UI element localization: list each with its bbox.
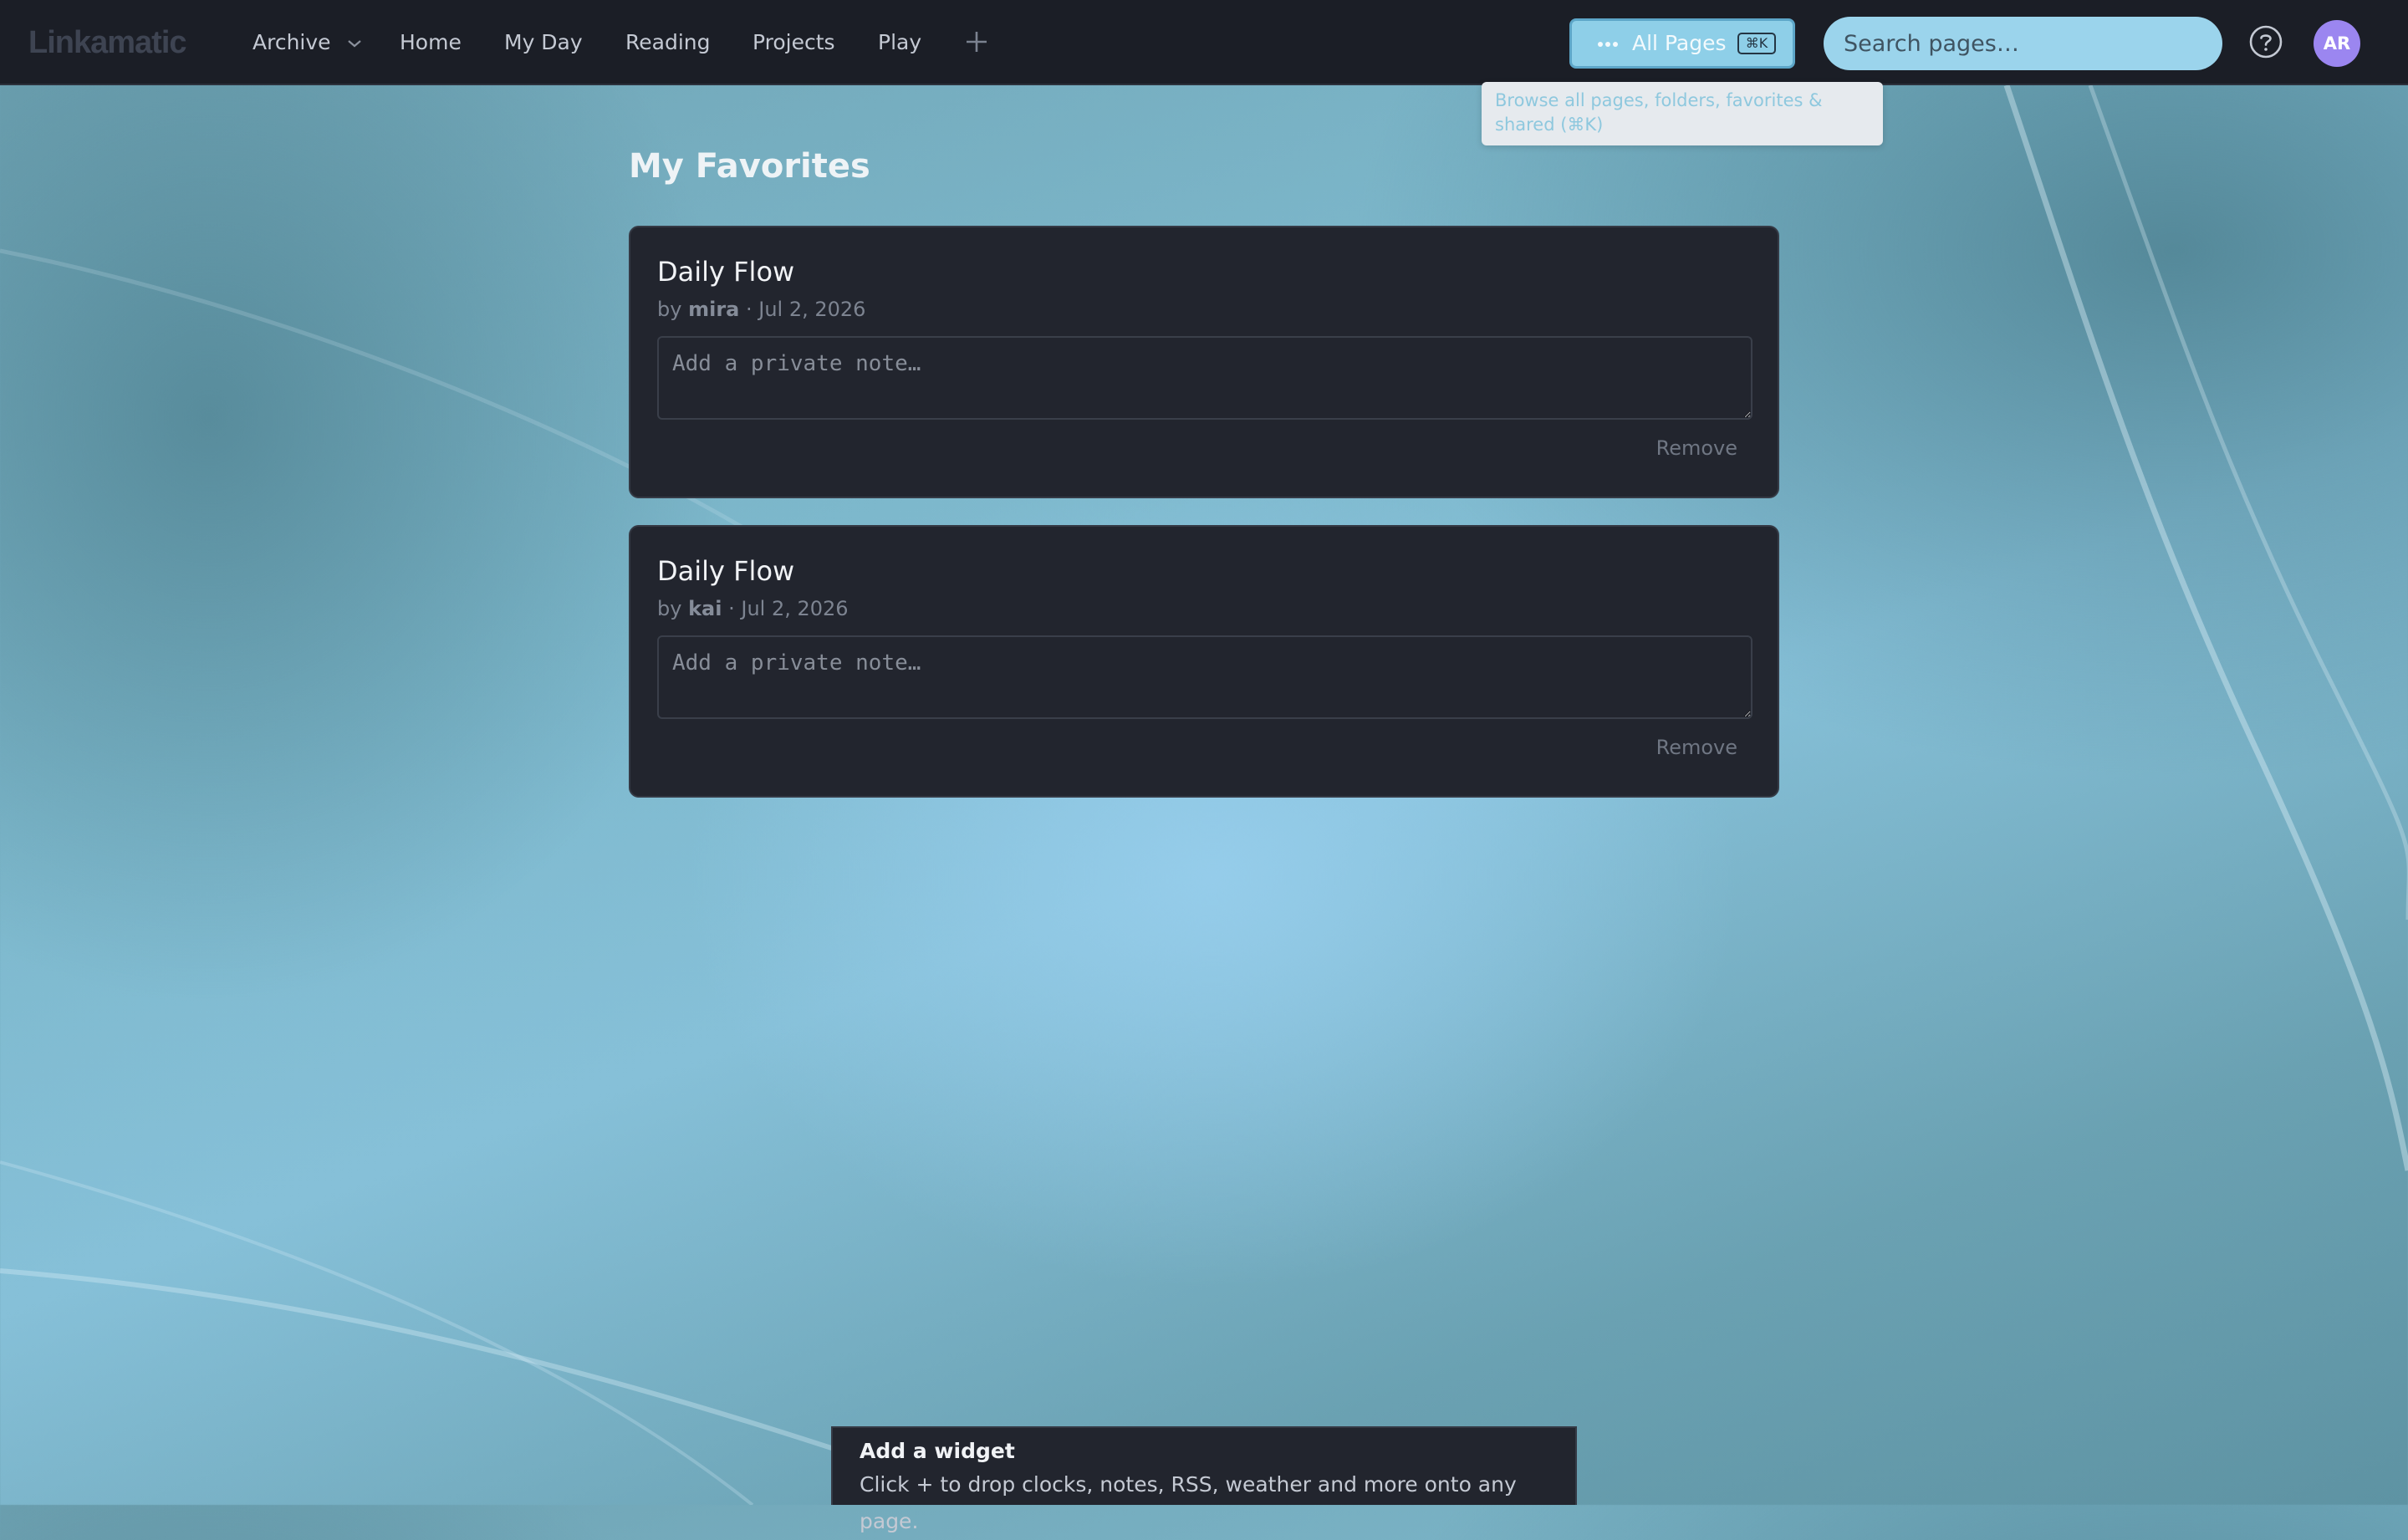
all-pages-button[interactable]: All Pages ⌘K	[1569, 18, 1795, 69]
favorite-author: kai	[688, 597, 722, 620]
nav-my-day[interactable]: My Day	[504, 22, 583, 64]
favorite-title[interactable]: Daily Flow	[657, 256, 794, 288]
private-note-input[interactable]	[657, 336, 1752, 420]
nav-play[interactable]: Play	[878, 22, 921, 64]
all-pages-label: All Pages	[1632, 31, 1727, 55]
remove-button[interactable]: Remove	[1656, 436, 1737, 460]
nav-reading[interactable]: Reading	[625, 22, 710, 64]
nav-projects[interactable]: Projects	[752, 22, 835, 64]
favorite-card: Daily Flow by kai · Jul 2, 2026 Remove	[629, 525, 1779, 798]
add-widget-hint: Add a widget Click + to drop clocks, not…	[831, 1426, 1577, 1533]
avatar[interactable]: AR	[2314, 20, 2360, 67]
plus-icon[interactable]	[960, 25, 993, 59]
nav-home[interactable]: Home	[400, 22, 462, 64]
hint-title: Add a widget	[860, 1439, 1015, 1463]
favorite-meta: by kai · Jul 2, 2026	[657, 597, 849, 620]
hint-body: Click + to drop clocks, notes, RSS, weat…	[860, 1472, 1517, 1533]
favorite-date: · Jul 2, 2026	[728, 597, 849, 620]
keyboard-shortcut-badge: ⌘K	[1737, 33, 1776, 54]
app-logo[interactable]: Linkamatic	[28, 22, 187, 64]
top-bar: Linkamatic Archive Home My Day Reading P…	[0, 0, 2408, 85]
favorite-title[interactable]: Daily Flow	[657, 555, 794, 587]
favorite-author: mira	[688, 298, 740, 321]
search-input[interactable]	[1824, 17, 2222, 70]
private-note-input[interactable]	[657, 635, 1752, 719]
meta-by: by	[657, 597, 682, 620]
chevron-down-icon	[347, 40, 361, 48]
all-pages-tooltip: Browse all pages, folders, favorites & s…	[1482, 82, 1883, 145]
meta-by: by	[657, 298, 682, 321]
nav-archive-dropdown[interactable]: Archive	[253, 22, 363, 64]
help-circle-icon[interactable]	[2247, 23, 2284, 60]
favorite-date: · Jul 2, 2026	[745, 298, 866, 321]
nav-archive-label: Archive	[253, 30, 331, 54]
remove-button[interactable]: Remove	[1656, 736, 1737, 759]
favorite-card: Daily Flow by mira · Jul 2, 2026 Remove	[629, 226, 1779, 498]
more-dots-icon	[1598, 42, 1618, 47]
page-title: My Favorites	[629, 147, 870, 186]
favorite-meta: by mira · Jul 2, 2026	[657, 298, 865, 321]
